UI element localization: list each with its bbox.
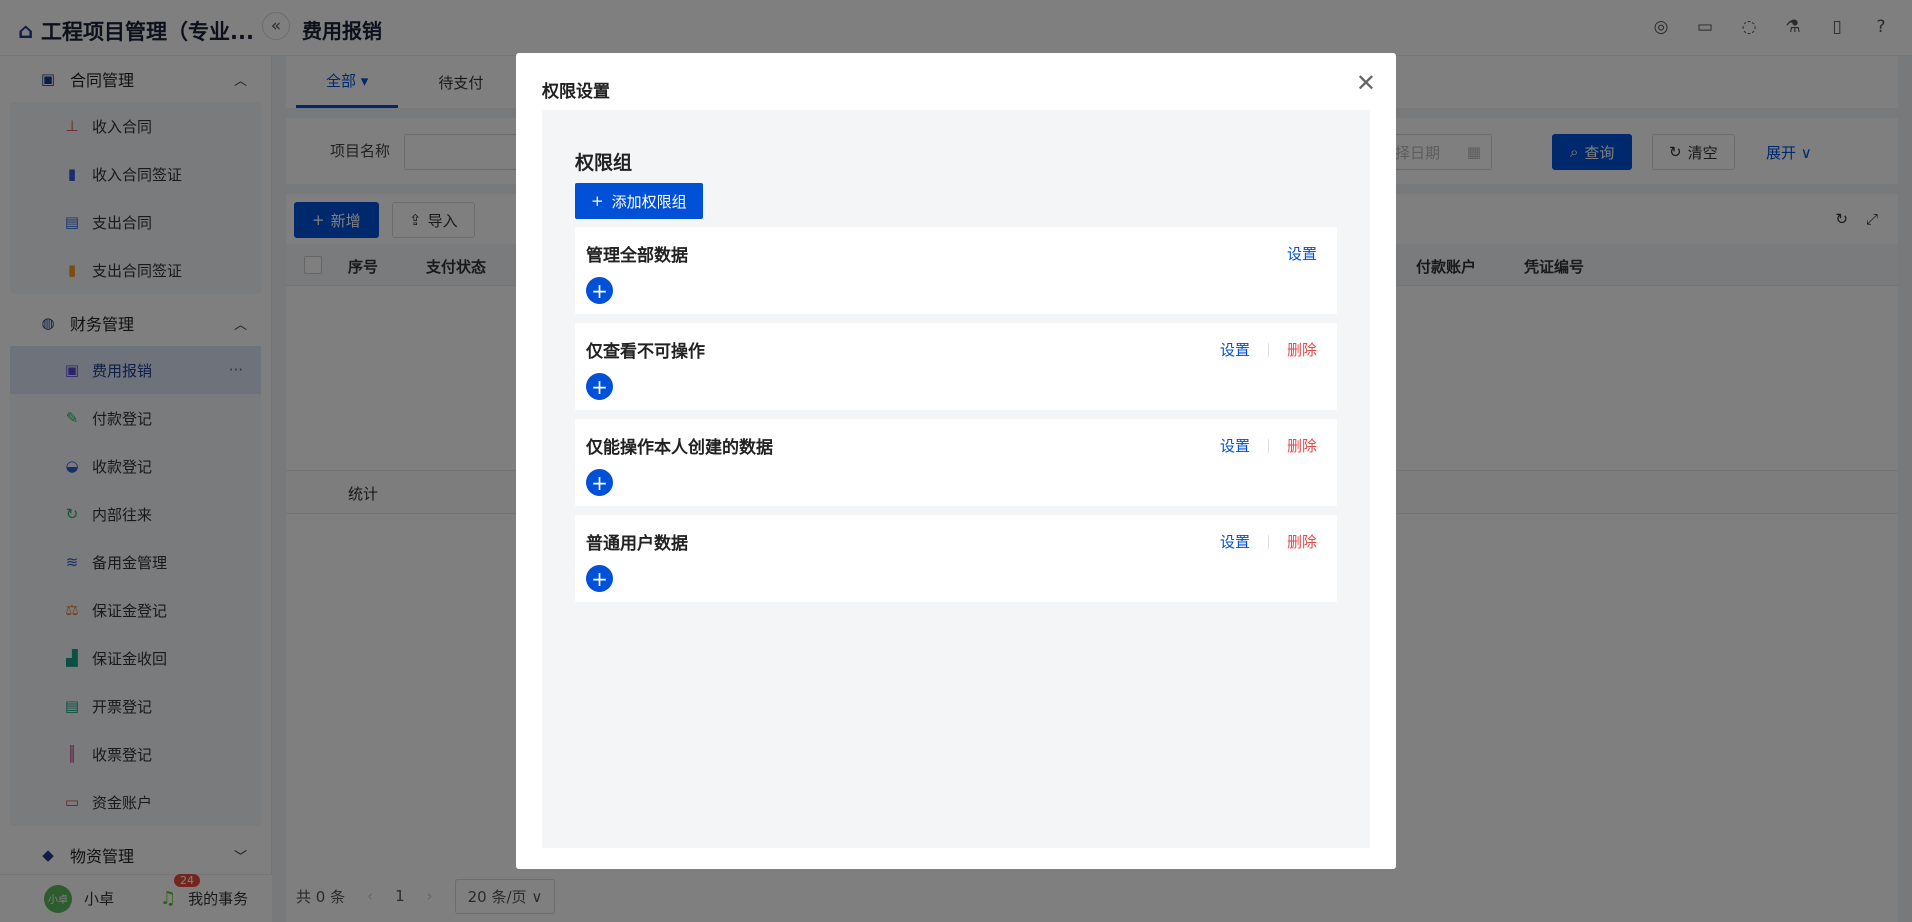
permission-settings-modal: 权限设置 ✕ 权限组 + 添加权限组 管理全部数据 设置 + 仅查看不可操作 设… [516,53,1396,869]
permission-group-name: 管理全部数据 [586,246,688,266]
plus-icon: + [591,192,604,210]
card-actions: 设置 删除 [1220,531,1317,552]
add-permission-group-button[interactable]: + 添加权限组 [575,183,703,219]
set-link[interactable]: 设置 [1220,531,1250,552]
permission-group-name: 仅查看不可操作 [586,342,705,362]
permission-group-card: 仅查看不可操作 设置 删除 + [575,323,1337,410]
permission-group-heading: 权限组 [575,152,633,174]
permission-group-name: 仅能操作本人创建的数据 [586,438,773,458]
add-member-button[interactable]: + [586,373,613,400]
set-link[interactable]: 设置 [1220,339,1250,360]
close-icon[interactable]: ✕ [1356,71,1376,95]
modal-title: 权限设置 [542,82,610,102]
set-link[interactable]: 设置 [1287,243,1317,264]
add-member-button[interactable]: + [586,469,613,496]
modal-body: 权限组 + 添加权限组 管理全部数据 设置 + 仅查看不可操作 设置 删除 + … [542,110,1370,848]
permission-group-card: 仅能操作本人创建的数据 设置 删除 + [575,419,1337,506]
delete-link[interactable]: 删除 [1287,435,1317,456]
permission-group-name: 普通用户数据 [586,534,688,554]
card-actions: 设置 [1287,243,1317,264]
add-member-button[interactable]: + [586,565,613,592]
set-link[interactable]: 设置 [1220,435,1250,456]
delete-link[interactable]: 删除 [1287,531,1317,552]
card-actions: 设置 删除 [1220,339,1317,360]
permission-group-card: 管理全部数据 设置 + [575,227,1337,314]
divider [1267,438,1269,453]
add-member-button[interactable]: + [586,277,613,304]
permission-group-card: 普通用户数据 设置 删除 + [575,515,1337,602]
delete-link[interactable]: 删除 [1287,339,1317,360]
divider [1267,342,1269,357]
divider [1267,534,1269,549]
card-actions: 设置 删除 [1220,435,1317,456]
